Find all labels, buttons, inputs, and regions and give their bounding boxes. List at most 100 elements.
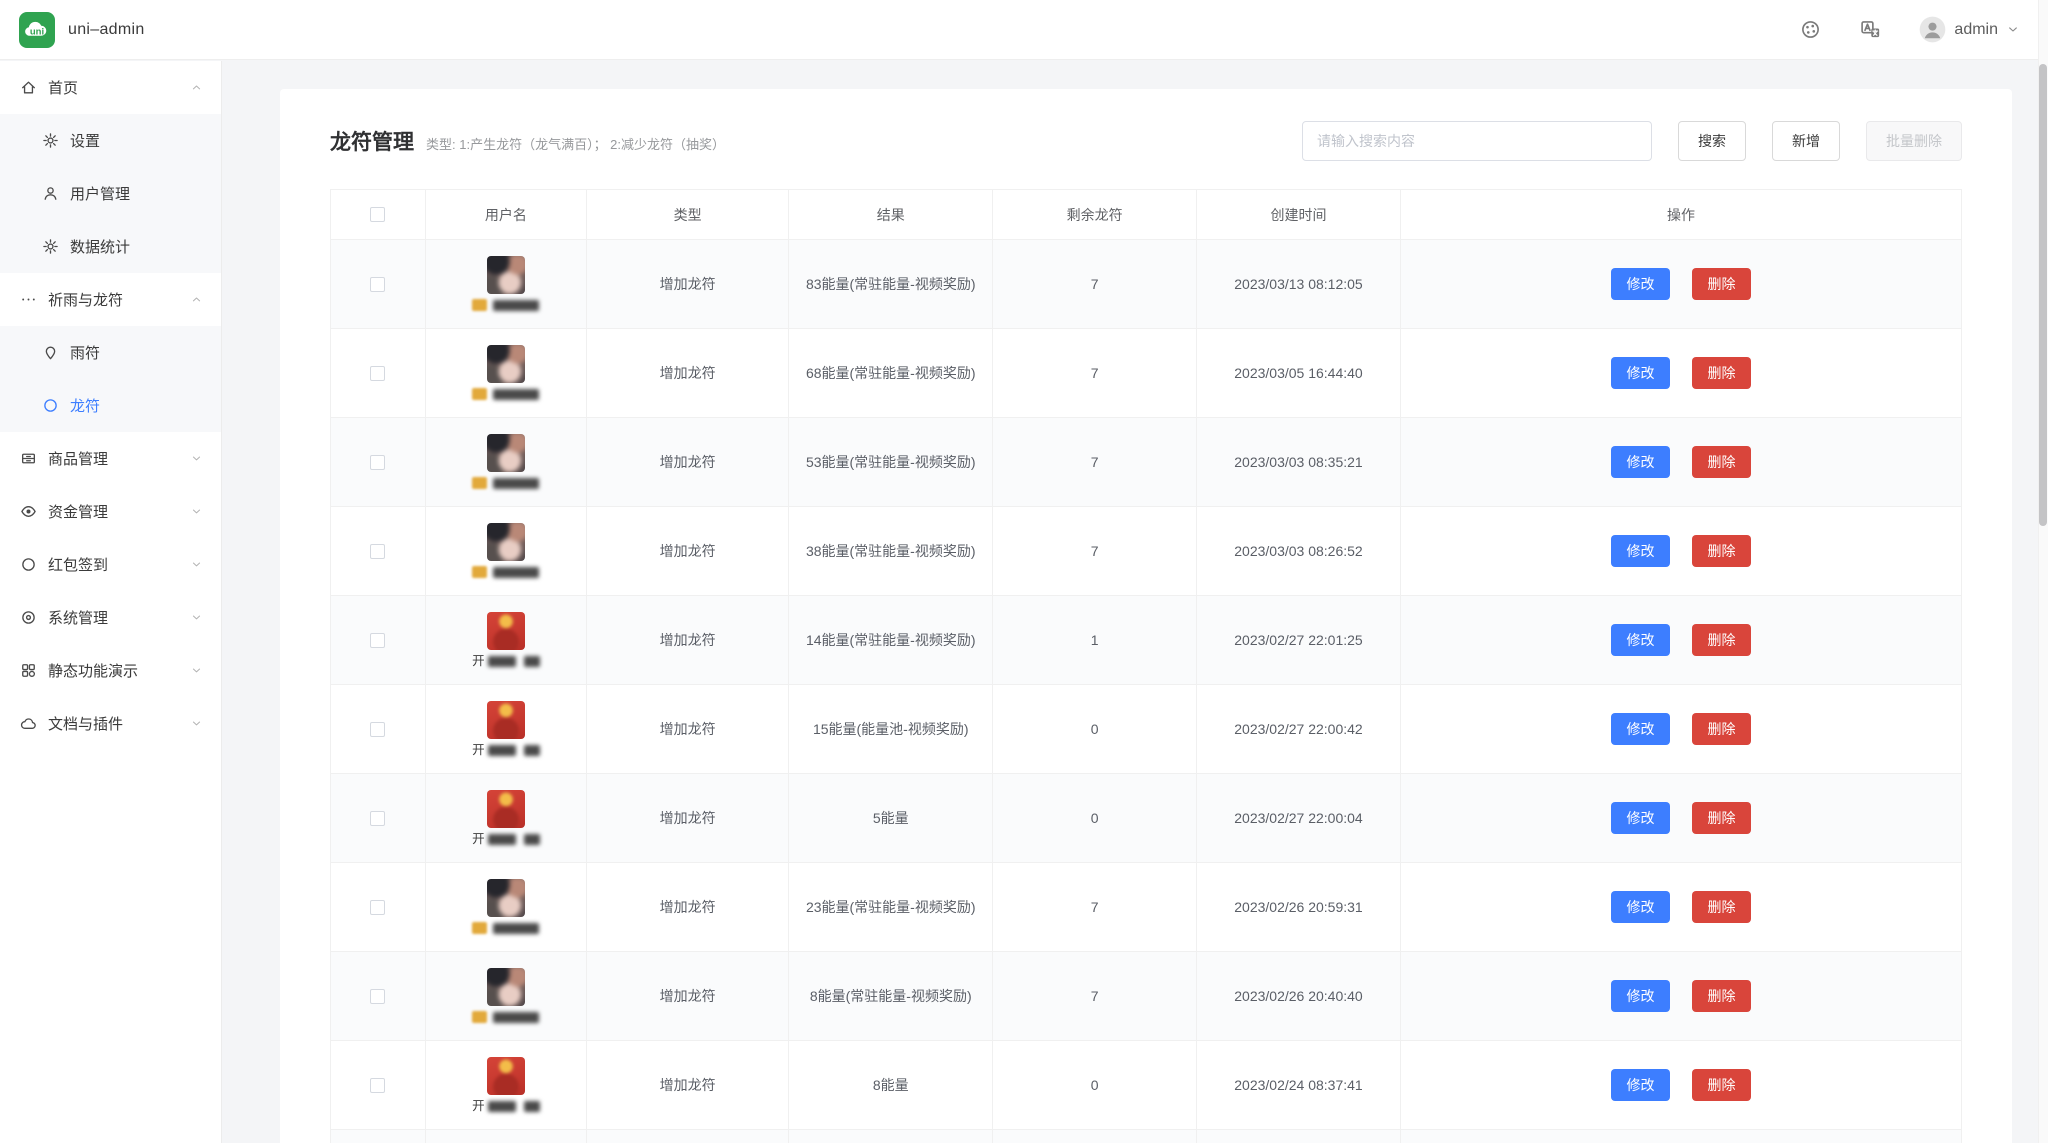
cell-created: 2023/02/26 20:40:40 bbox=[1196, 951, 1401, 1041]
table-row: 增加龙符 83能量(常驻能量-视频奖励) 7 2023/03/13 08:12:… bbox=[330, 239, 1963, 329]
cell-select bbox=[330, 1129, 426, 1143]
sidebar-item[interactable]: 龙符 bbox=[0, 379, 221, 432]
edit-button[interactable]: 修改 bbox=[1610, 891, 1670, 923]
row-checkbox[interactable] bbox=[370, 365, 386, 381]
delete-button[interactable]: 删除 bbox=[1691, 713, 1751, 745]
username-blur-2 bbox=[523, 833, 540, 845]
cell-username bbox=[424, 328, 588, 418]
cell-select bbox=[330, 684, 426, 774]
user-avatar bbox=[486, 967, 525, 1006]
batch-delete-button[interactable]: 批量删除 bbox=[1866, 121, 1962, 161]
data-table: 用户名 类型 结果 剩余龙符 创建时间 操作 增加龙符 83能量(常驻能量-视频… bbox=[330, 189, 1963, 1143]
col-result: 结果 bbox=[788, 189, 994, 240]
chevron-down-icon bbox=[2006, 23, 2020, 37]
sidebar-item-label: 龙符 bbox=[70, 398, 101, 415]
edit-button[interactable]: 修改 bbox=[1610, 1069, 1670, 1101]
sidebar-item-chevron-icon bbox=[190, 611, 203, 624]
delete-button[interactable]: 删除 bbox=[1691, 1069, 1751, 1101]
sidebar-item[interactable]: 雨符 bbox=[0, 326, 221, 379]
row-checkbox[interactable] bbox=[370, 1077, 386, 1093]
user-menu[interactable]: admin bbox=[1919, 16, 2020, 43]
edit-button[interactable]: 修改 bbox=[1610, 268, 1670, 300]
row-checkbox[interactable] bbox=[370, 543, 386, 559]
badge-icon bbox=[472, 477, 488, 489]
sidebar-item-label: 首页 bbox=[48, 80, 79, 97]
cell-type: 增加龙符 bbox=[586, 506, 790, 596]
badge-icon bbox=[472, 566, 488, 578]
cell-select bbox=[330, 595, 426, 685]
card-header: 龙符管理 类型: 1:产生龙符（龙气满百）； 2:减少龙符（抽奖） 搜索 新增 … bbox=[330, 121, 1962, 161]
cell-result: 23能量(常驻能量-视频奖励) bbox=[788, 862, 994, 952]
sidebar-item[interactable]: 系统管理 bbox=[0, 591, 221, 644]
search-button[interactable]: 搜索 bbox=[1678, 121, 1746, 161]
username-redacted bbox=[472, 298, 540, 313]
username-redacted: 开 bbox=[472, 654, 540, 669]
sidebar-item-icon bbox=[42, 344, 59, 361]
edit-button[interactable]: 修改 bbox=[1610, 535, 1670, 567]
table-row: 增加龙符 23能量(常驻能量-视频奖励) 7 2023/02/26 20:59:… bbox=[330, 862, 1963, 952]
edit-button[interactable]: 修改 bbox=[1610, 446, 1670, 478]
user-cell: 开 bbox=[434, 700, 578, 758]
sidebar-item[interactable]: 设置 bbox=[0, 114, 221, 167]
select-all-checkbox[interactable] bbox=[370, 207, 386, 222]
sidebar-item[interactable]: 首页 bbox=[0, 61, 221, 114]
search-input[interactable] bbox=[1302, 121, 1652, 161]
delete-button[interactable]: 删除 bbox=[1691, 535, 1751, 567]
delete-button[interactable]: 删除 bbox=[1691, 980, 1751, 1012]
cell-actions: 修改 删除 bbox=[1399, 328, 1963, 418]
page-scrollbar-thumb[interactable] bbox=[2039, 64, 2047, 526]
delete-button[interactable]: 删除 bbox=[1691, 357, 1751, 389]
cell-result: 68能量(常驻能量-视频奖励) bbox=[788, 328, 994, 418]
svg-text:uni: uni bbox=[30, 26, 44, 37]
cell-actions: 修改 删除 bbox=[1399, 239, 1963, 329]
user-avatar bbox=[486, 255, 525, 294]
row-checkbox[interactable] bbox=[370, 276, 386, 292]
cell-type: 增加龙符 bbox=[586, 1129, 790, 1143]
edit-button[interactable]: 修改 bbox=[1610, 713, 1670, 745]
delete-button[interactable]: 删除 bbox=[1691, 891, 1751, 923]
delete-button[interactable]: 删除 bbox=[1691, 446, 1751, 478]
row-checkbox[interactable] bbox=[370, 988, 386, 1004]
sidebar-item[interactable]: 红包签到 bbox=[0, 538, 221, 591]
sidebar-item[interactable]: 商品管理 bbox=[0, 432, 221, 485]
table-row: 开 增加龙符 14能量(常驻能量-视频奖励) 1 2023/02/27 22:0… bbox=[330, 595, 1963, 685]
app-root: uni uni–admin admin 首页 设置 用户管理 数据统计 祈雨与龙… bbox=[0, 0, 2048, 1143]
row-checkbox[interactable] bbox=[370, 454, 386, 470]
sidebar-item-icon bbox=[20, 715, 37, 732]
row-checkbox[interactable] bbox=[370, 899, 386, 915]
app-title: uni–admin bbox=[68, 20, 145, 38]
username-redacted: 开 bbox=[472, 832, 540, 847]
cell-select bbox=[330, 506, 426, 596]
sidebar-item[interactable]: 用户管理 bbox=[0, 167, 221, 220]
delete-button[interactable]: 删除 bbox=[1691, 624, 1751, 656]
cell-select bbox=[330, 862, 426, 952]
palette-icon[interactable] bbox=[1799, 19, 1821, 41]
cell-result: 14能量(常驻能量-视频奖励) bbox=[788, 595, 994, 685]
sidebar-item-chevron-icon bbox=[190, 505, 203, 518]
translate-icon[interactable] bbox=[1859, 19, 1881, 41]
edit-button[interactable]: 修改 bbox=[1610, 980, 1670, 1012]
sidebar-item[interactable]: 资金管理 bbox=[0, 485, 221, 538]
sidebar-item[interactable]: 文档与插件 bbox=[0, 697, 221, 750]
delete-button[interactable]: 删除 bbox=[1691, 268, 1751, 300]
edit-button[interactable]: 修改 bbox=[1610, 624, 1670, 656]
edit-button[interactable]: 修改 bbox=[1610, 802, 1670, 834]
sidebar-item[interactable]: 静态功能演示 bbox=[0, 644, 221, 697]
table-row: 增加龙符 53能量(常驻能量-视频奖励) 7 2023/03/03 08:35:… bbox=[330, 417, 1963, 507]
cell-remaining: 7 bbox=[992, 328, 1198, 418]
content-card: 龙符管理 类型: 1:产生龙符（龙气满百）； 2:减少龙符（抽奖） 搜索 新增 … bbox=[280, 89, 2012, 1143]
row-checkbox[interactable] bbox=[370, 632, 386, 648]
sidebar-item[interactable]: 祈雨与龙符 bbox=[0, 273, 221, 326]
sidebar-item-chevron-icon bbox=[190, 134, 203, 147]
cell-type: 增加龙符 bbox=[586, 417, 790, 507]
cell-result: 8能量 bbox=[788, 1040, 994, 1130]
row-checkbox[interactable] bbox=[370, 721, 386, 737]
user-name: admin bbox=[1954, 20, 1998, 38]
row-checkbox[interactable] bbox=[370, 810, 386, 826]
edit-button[interactable]: 修改 bbox=[1610, 357, 1670, 389]
sidebar-item-icon bbox=[42, 132, 59, 149]
sidebar-item-label: 数据统计 bbox=[70, 239, 131, 256]
add-button[interactable]: 新增 bbox=[1772, 121, 1840, 161]
delete-button[interactable]: 删除 bbox=[1691, 802, 1751, 834]
sidebar-item[interactable]: 数据统计 bbox=[0, 220, 221, 273]
